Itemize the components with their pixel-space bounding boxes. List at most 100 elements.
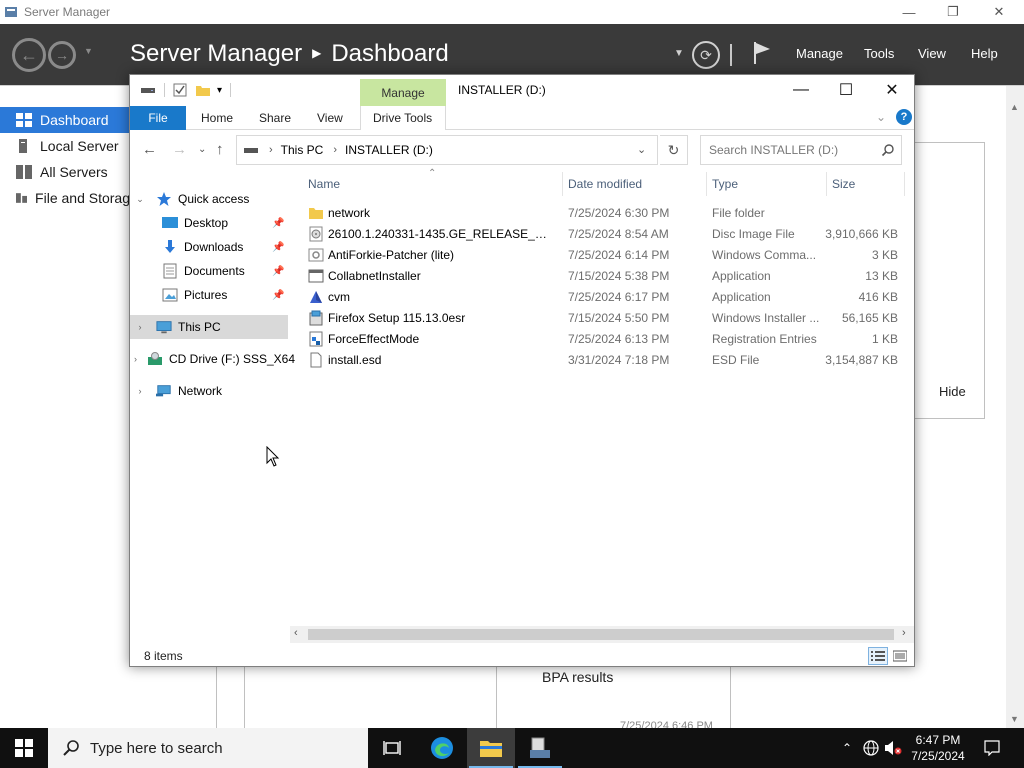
sm-close-button[interactable]: ✕	[976, 0, 1022, 24]
explorer-maximize-button[interactable]: ☐	[823, 75, 869, 105]
forward-arrow-icon[interactable]: →	[172, 141, 187, 158]
scroll-right-icon[interactable]: ›	[902, 627, 906, 639]
file-row[interactable]: 26100.1.240331-1435.GE_RELEASE_SERVE... …	[304, 224, 900, 245]
sm-maximize-button[interactable]: ❐	[930, 0, 976, 24]
horizontal-scrollbar[interactable]: ‹ ›	[290, 626, 914, 643]
nav-quick-access[interactable]: ⌄ Quick access	[130, 187, 288, 211]
file-row[interactable]: Firefox Setup 115.13.0esr 7/15/2024 5:50…	[304, 308, 900, 329]
help-icon[interactable]: ?	[896, 109, 912, 125]
back-button[interactable]: ←	[12, 38, 46, 72]
taskbar-edge[interactable]	[418, 728, 466, 768]
refresh-button[interactable]: ↻	[660, 135, 688, 165]
scroll-down-icon[interactable]: ▼	[1010, 714, 1019, 724]
column-divider[interactable]	[706, 172, 707, 196]
nav-network[interactable]: › Network	[130, 379, 288, 403]
taskbar-file-explorer[interactable]	[467, 728, 515, 768]
show-hidden-icons-button[interactable]: ⌃	[836, 728, 858, 768]
nav-item-label: Documents	[184, 264, 245, 278]
customize-qat-icon[interactable]: ▾	[217, 85, 222, 96]
column-header-type[interactable]: Type	[712, 170, 822, 198]
drive-icon	[141, 88, 155, 93]
nav-downloads[interactable]: Downloads 📌	[130, 235, 288, 259]
tab-home[interactable]: Home	[201, 111, 233, 125]
hide-welcome-link[interactable]: Hide	[939, 384, 966, 399]
tab-share[interactable]: Share	[259, 111, 291, 125]
taskbar-clock[interactable]: 6:47 PM 7/25/2024	[900, 732, 976, 764]
action-center-button[interactable]	[978, 728, 1006, 768]
explorer-minimize-button[interactable]: —	[778, 75, 824, 105]
expand-chevron-icon[interactable]: ⌄	[134, 194, 146, 205]
column-header-size[interactable]: Size	[832, 170, 902, 198]
sidebar-item-dashboard[interactable]: Dashboard	[0, 107, 130, 133]
task-view-button[interactable]	[368, 728, 416, 768]
column-header-date[interactable]: Date modified	[568, 170, 704, 198]
nav-this-pc[interactable]: › This PC	[130, 315, 288, 339]
notification-icon	[984, 740, 1000, 756]
column-header-name[interactable]: Name	[308, 170, 558, 198]
menu-help[interactable]: Help	[971, 46, 998, 61]
nav-documents[interactable]: Documents 📌	[130, 259, 288, 283]
sm-minimize-button[interactable]: —	[886, 0, 932, 24]
menu-manage[interactable]: Manage	[796, 46, 843, 61]
forward-button[interactable]: →	[48, 41, 76, 69]
nav-desktop[interactable]: Desktop 📌	[130, 211, 288, 235]
properties-icon[interactable]	[173, 83, 187, 97]
notifications-flag-icon[interactable]	[752, 40, 772, 66]
up-arrow-icon[interactable]: ↑	[216, 141, 224, 158]
breadcrumb-chevron-icon[interactable]: ›	[269, 144, 273, 156]
refresh-dropdown-icon[interactable]: ▼	[674, 48, 684, 59]
recent-locations-icon[interactable]: ⌄	[198, 144, 206, 155]
scrollbar-thumb[interactable]	[308, 629, 894, 640]
nav-pictures[interactable]: Pictures 📌	[130, 283, 288, 307]
expand-chevron-icon[interactable]: ›	[134, 322, 146, 332]
expand-chevron-icon[interactable]: ›	[134, 354, 137, 364]
breadcrumb-root[interactable]: Server Manager	[130, 40, 302, 67]
scroll-left-icon[interactable]: ‹	[294, 627, 298, 639]
back-arrow-icon[interactable]: ←	[142, 141, 157, 158]
tab-view[interactable]: View	[317, 111, 343, 125]
bpa-results-label[interactable]: BPA results	[542, 669, 613, 685]
breadcrumb-chevron-icon[interactable]: ›	[333, 144, 337, 156]
column-divider[interactable]	[904, 172, 905, 196]
expand-ribbon-icon[interactable]: ⌄	[876, 110, 886, 124]
file-row[interactable]: cvm 7/25/2024 6:17 PM Application 416 KB	[304, 287, 900, 308]
file-row[interactable]: network 7/25/2024 6:30 PM File folder	[304, 203, 900, 224]
menu-tools[interactable]: Tools	[864, 46, 894, 61]
search-input[interactable]	[701, 136, 871, 164]
sidebar-item-local-server[interactable]: Local Server	[0, 133, 130, 159]
expand-chevron-icon[interactable]: ›	[134, 386, 146, 396]
details-view-button[interactable]	[868, 647, 888, 665]
scroll-up-icon[interactable]: ▲	[1010, 102, 1019, 112]
file-size: 3 KB	[871, 248, 898, 262]
nav-cd-drive[interactable]: › CD Drive (F:) SSS_X64	[130, 347, 295, 371]
new-folder-icon[interactable]	[195, 83, 211, 97]
taskbar-search-box[interactable]: Type here to search	[48, 728, 368, 768]
tab-file[interactable]: File	[130, 106, 186, 130]
file-name: CollabnetInstaller	[328, 269, 421, 283]
large-icons-view-button[interactable]	[890, 647, 910, 665]
file-row[interactable]: install.esd 3/31/2024 7:18 PM ESD File 3…	[304, 350, 900, 371]
network-tray-icon[interactable]	[860, 728, 882, 768]
file-row[interactable]: ForceEffectMode 7/25/2024 6:13 PM Regist…	[304, 329, 900, 350]
file-row[interactable]: AntiForkie-Patcher (lite) 7/25/2024 6:14…	[304, 245, 900, 266]
menu-view[interactable]: View	[918, 46, 946, 61]
sm-vertical-scrollbar[interactable]: ▲ ▼	[1006, 86, 1024, 728]
explorer-close-button[interactable]: ✕	[869, 75, 915, 105]
start-button[interactable]	[0, 728, 48, 768]
history-dropdown-icon[interactable]: ▼	[84, 46, 93, 56]
sidebar-item-file-storage[interactable]: File and Storag	[0, 185, 130, 211]
taskbar-server-manager[interactable]	[516, 728, 564, 768]
sidebar-item-all-servers[interactable]: All Servers	[0, 159, 130, 185]
address-dropdown-icon[interactable]: ⌄	[637, 143, 646, 156]
sm-refresh-button[interactable]: ⟳	[692, 41, 720, 69]
tab-drive-tools[interactable]: Drive Tools	[373, 111, 432, 125]
column-divider[interactable]	[562, 172, 563, 196]
search-box[interactable]	[700, 135, 902, 165]
file-row[interactable]: CollabnetInstaller 7/15/2024 5:38 PM App…	[304, 266, 900, 287]
address-segment-drive[interactable]: INSTALLER (D:)	[345, 143, 433, 157]
address-segment-this-pc[interactable]: This PC	[281, 143, 324, 157]
dashboard-icon	[16, 113, 32, 127]
address-bar[interactable]: › This PC › INSTALLER (D:) ⌄	[236, 135, 658, 165]
manage-context-tab-group[interactable]: Manage	[360, 79, 446, 107]
column-divider[interactable]	[826, 172, 827, 196]
